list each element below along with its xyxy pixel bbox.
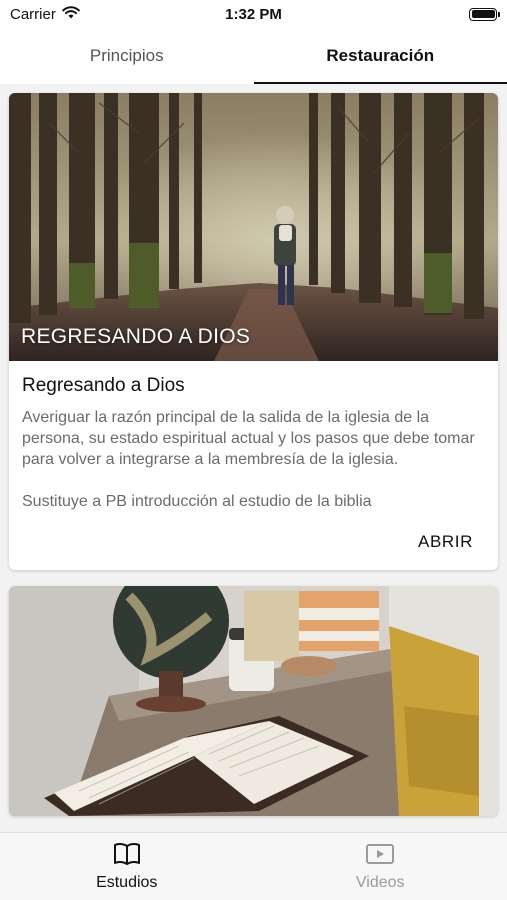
card-body: Regresando a Dios Averiguar la razón pri… bbox=[9, 361, 498, 512]
tab-restauracion[interactable]: Restauración bbox=[253, 28, 507, 84]
study-list[interactable]: REGRESANDO A DIOS Regresando a Dios Aver… bbox=[0, 84, 507, 832]
bible-globe-image bbox=[9, 586, 498, 816]
video-icon bbox=[365, 842, 395, 871]
carrier-label: Carrier bbox=[10, 5, 56, 23]
card-image: REGRESANDO A DIOS bbox=[9, 93, 498, 361]
status-left: Carrier bbox=[10, 6, 80, 23]
card-description: Averiguar la razón principal de la salid… bbox=[22, 409, 475, 468]
battery-icon bbox=[469, 7, 500, 21]
nav-item-videos[interactable]: Videos bbox=[254, 833, 507, 900]
card-actions: ABRIR bbox=[9, 512, 498, 570]
study-card[interactable] bbox=[9, 586, 498, 816]
nav-label-videos: Videos bbox=[355, 873, 405, 891]
card-image-title: REGRESANDO A DIOS bbox=[21, 325, 251, 348]
status-bar: Carrier 1:32 PM bbox=[0, 0, 507, 28]
study-card[interactable]: REGRESANDO A DIOS Regresando a Dios Aver… bbox=[9, 93, 498, 570]
open-button[interactable]: ABRIR bbox=[406, 528, 485, 556]
top-tabs: Principios Restauración bbox=[0, 28, 507, 84]
forest-path-image bbox=[9, 93, 498, 361]
book-icon bbox=[113, 842, 141, 871]
card-image bbox=[9, 586, 498, 816]
nav-item-estudios[interactable]: Estudios bbox=[0, 833, 254, 900]
card-title: Regresando a Dios bbox=[22, 375, 185, 396]
tab-principios[interactable]: Principios bbox=[0, 28, 254, 84]
card-note: Sustituye a PB introducción al estudio d… bbox=[22, 493, 372, 510]
wifi-icon bbox=[62, 5, 80, 23]
bottom-nav: Estudios Videos bbox=[0, 832, 507, 900]
nav-label-estudios: Estudios bbox=[96, 873, 158, 891]
